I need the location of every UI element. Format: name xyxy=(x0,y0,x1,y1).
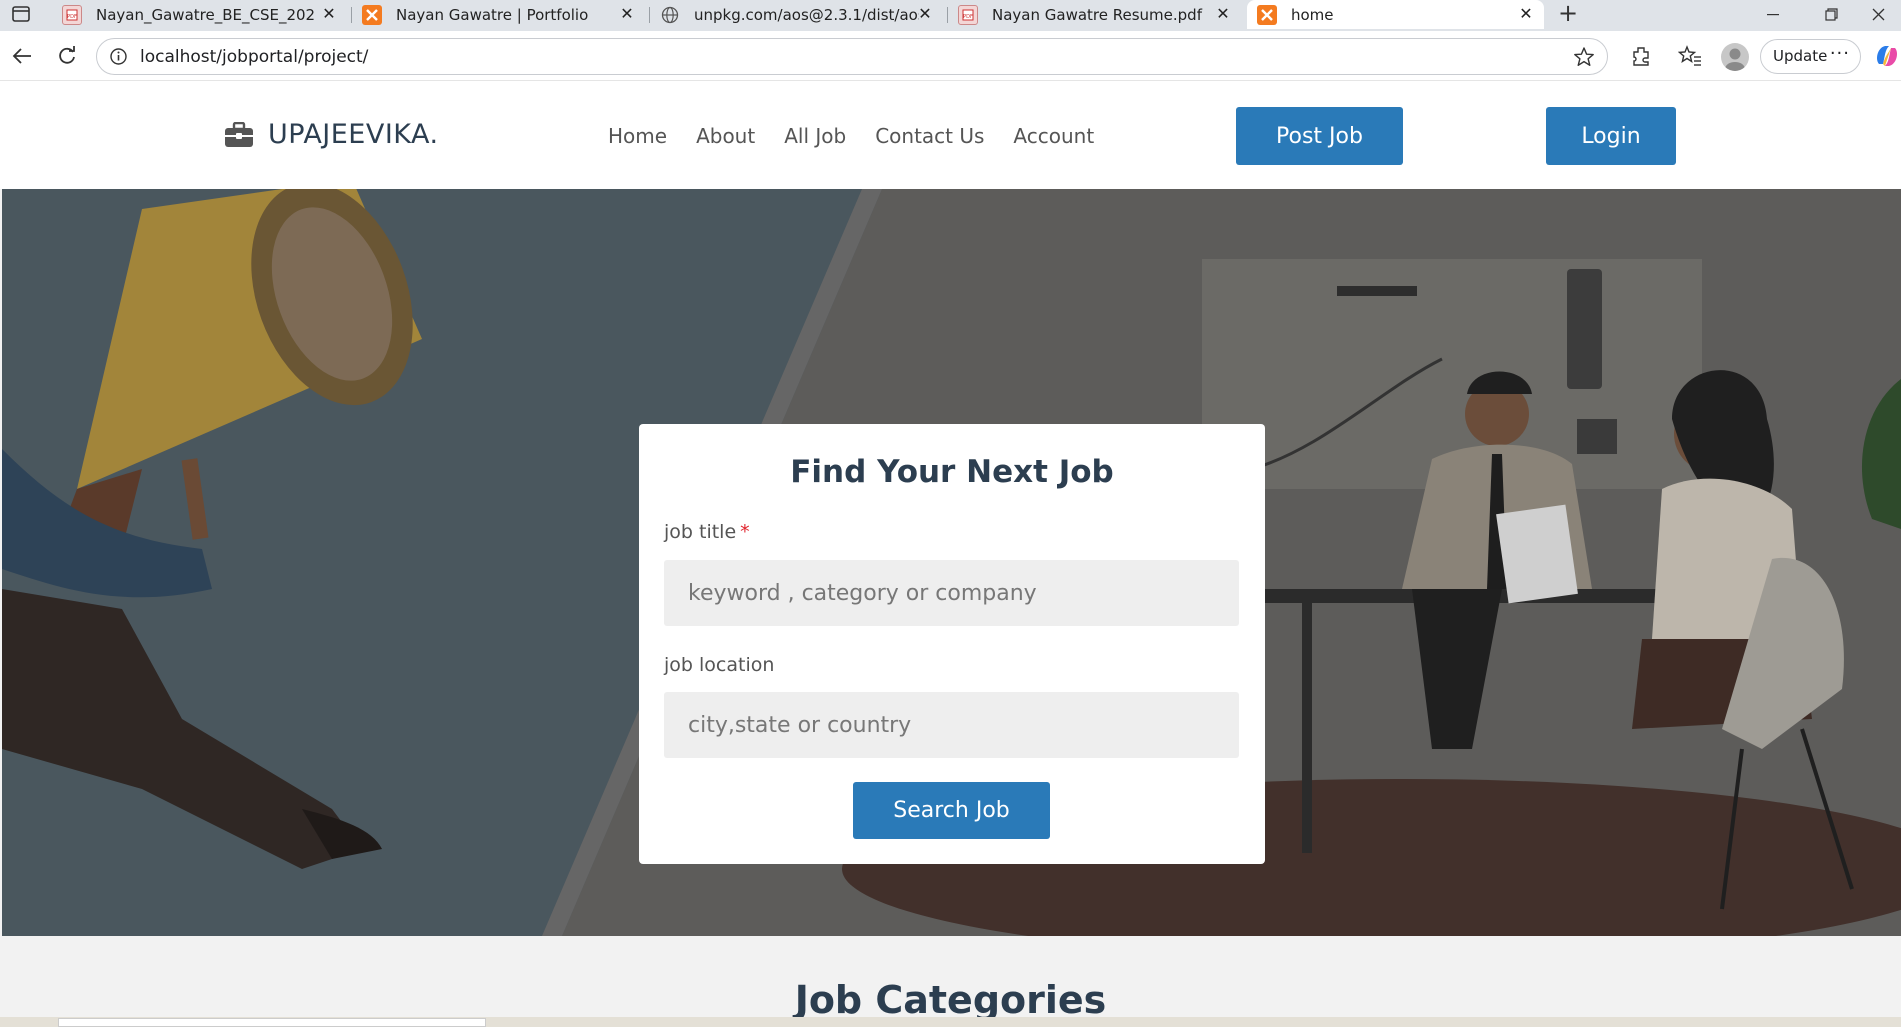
copilot-icon[interactable] xyxy=(1873,42,1901,70)
update-label: Update xyxy=(1773,47,1828,65)
logo-text: UPAJEEVIKA. xyxy=(268,119,439,150)
browser-tab-strip: PDF Nayan_Gawatre_BE_CSE_2025.pdf ✕ Naya… xyxy=(0,0,1901,31)
tab-title: home xyxy=(1291,5,1334,24)
job-categories-section: Job Categories xyxy=(0,936,1901,1027)
browser-toolbar: localhost/jobportal/project/ Update ··· xyxy=(0,31,1901,81)
tab-close-icon[interactable]: ✕ xyxy=(1213,4,1233,24)
reload-icon[interactable] xyxy=(53,42,81,70)
profile-avatar[interactable] xyxy=(1721,43,1749,71)
nav-account[interactable]: Account xyxy=(1013,124,1094,148)
web-page: UPAJEEVIKA. Home About All Job Contact U… xyxy=(0,82,1901,1027)
hero-section: Find Your Next Job job title * keyword , … xyxy=(2,189,1901,936)
globe-icon xyxy=(660,5,680,25)
post-job-button[interactable]: Post Job xyxy=(1236,107,1403,165)
tab-title: unpkg.com/aos@2.3.1/dist/aos.js xyxy=(694,5,919,24)
tab-close-icon[interactable]: ✕ xyxy=(319,4,339,24)
search-heading: Find Your Next Job xyxy=(790,454,1114,490)
nav-all-job[interactable]: All Job xyxy=(784,124,846,148)
more-menu-icon[interactable]: ··· xyxy=(1830,43,1850,64)
browser-tab-active[interactable]: home ✕ xyxy=(1247,0,1544,29)
tab-close-icon[interactable]: ✕ xyxy=(617,4,637,24)
required-mark: * xyxy=(740,521,750,543)
job-title-input[interactable]: keyword , category or company xyxy=(664,560,1239,626)
tab-close-icon[interactable]: ✕ xyxy=(1516,4,1536,24)
browser-tab[interactable]: PDF Nayan Gawatre Resume.pdf ✕ xyxy=(948,0,1241,29)
job-location-label: job location xyxy=(664,654,775,676)
minimize-icon[interactable] xyxy=(1750,0,1796,29)
bottom-status-strip xyxy=(0,1017,1901,1027)
extensions-icon[interactable] xyxy=(1628,43,1654,69)
job-title-label: job title * xyxy=(664,521,750,543)
url-text: localhost/jobportal/project/ xyxy=(140,47,369,67)
login-button[interactable]: Login xyxy=(1546,107,1676,165)
window-close-icon[interactable] xyxy=(1855,0,1901,29)
tab-title: Nayan_Gawatre_BE_CSE_2025.pdf xyxy=(96,5,316,24)
pdf-icon: PDF xyxy=(958,4,978,25)
xampp-icon xyxy=(1257,4,1277,25)
job-title-label-text: job title xyxy=(664,521,737,543)
browser-tab[interactable]: PDF Nayan_Gawatre_BE_CSE_2025.pdf ✕ xyxy=(52,0,347,29)
tab-title: Nayan Gawatre Resume.pdf xyxy=(992,5,1202,24)
svg-text:PDF: PDF xyxy=(963,14,973,20)
site-info-icon[interactable] xyxy=(109,47,128,66)
address-bar[interactable]: localhost/jobportal/project/ xyxy=(96,38,1608,75)
categories-heading: Job Categories xyxy=(794,978,1107,1022)
back-icon[interactable] xyxy=(8,42,36,70)
search-job-button[interactable]: Search Job xyxy=(853,782,1050,839)
tab-close-icon[interactable]: ✕ xyxy=(915,4,935,24)
tab-title: Nayan Gawatre | Portfolio xyxy=(396,5,589,24)
job-search-card: Find Your Next Job job title * keyword , … xyxy=(639,424,1265,864)
nav-about[interactable]: About xyxy=(696,124,755,148)
nav-home[interactable]: Home xyxy=(608,124,667,148)
nav-contact-us[interactable]: Contact Us xyxy=(875,124,984,148)
pdf-icon: PDF xyxy=(62,4,82,25)
job-location-input[interactable]: city,state or country xyxy=(664,692,1239,758)
new-tab-button[interactable]: + xyxy=(1553,0,1583,29)
briefcase-icon xyxy=(225,121,253,147)
restore-icon[interactable] xyxy=(1808,0,1854,29)
svg-text:PDF: PDF xyxy=(67,14,77,20)
status-bubble xyxy=(58,1018,486,1027)
site-header: UPAJEEVIKA. Home About All Job Contact U… xyxy=(0,82,1901,189)
browser-tab[interactable]: unpkg.com/aos@2.3.1/dist/aos.js ✕ xyxy=(650,0,943,29)
site-logo[interactable]: UPAJEEVIKA. xyxy=(224,119,439,150)
tab-actions-icon[interactable] xyxy=(8,3,34,25)
xampp-icon xyxy=(362,4,382,25)
update-button[interactable]: Update ··· xyxy=(1760,39,1861,74)
browser-tab[interactable]: Nayan Gawatre | Portfolio ✕ xyxy=(352,0,645,29)
main-nav: Home About All Job Contact Us Account xyxy=(608,124,1094,148)
favorite-star-icon[interactable] xyxy=(1573,46,1595,68)
favorites-icon[interactable] xyxy=(1677,43,1703,69)
